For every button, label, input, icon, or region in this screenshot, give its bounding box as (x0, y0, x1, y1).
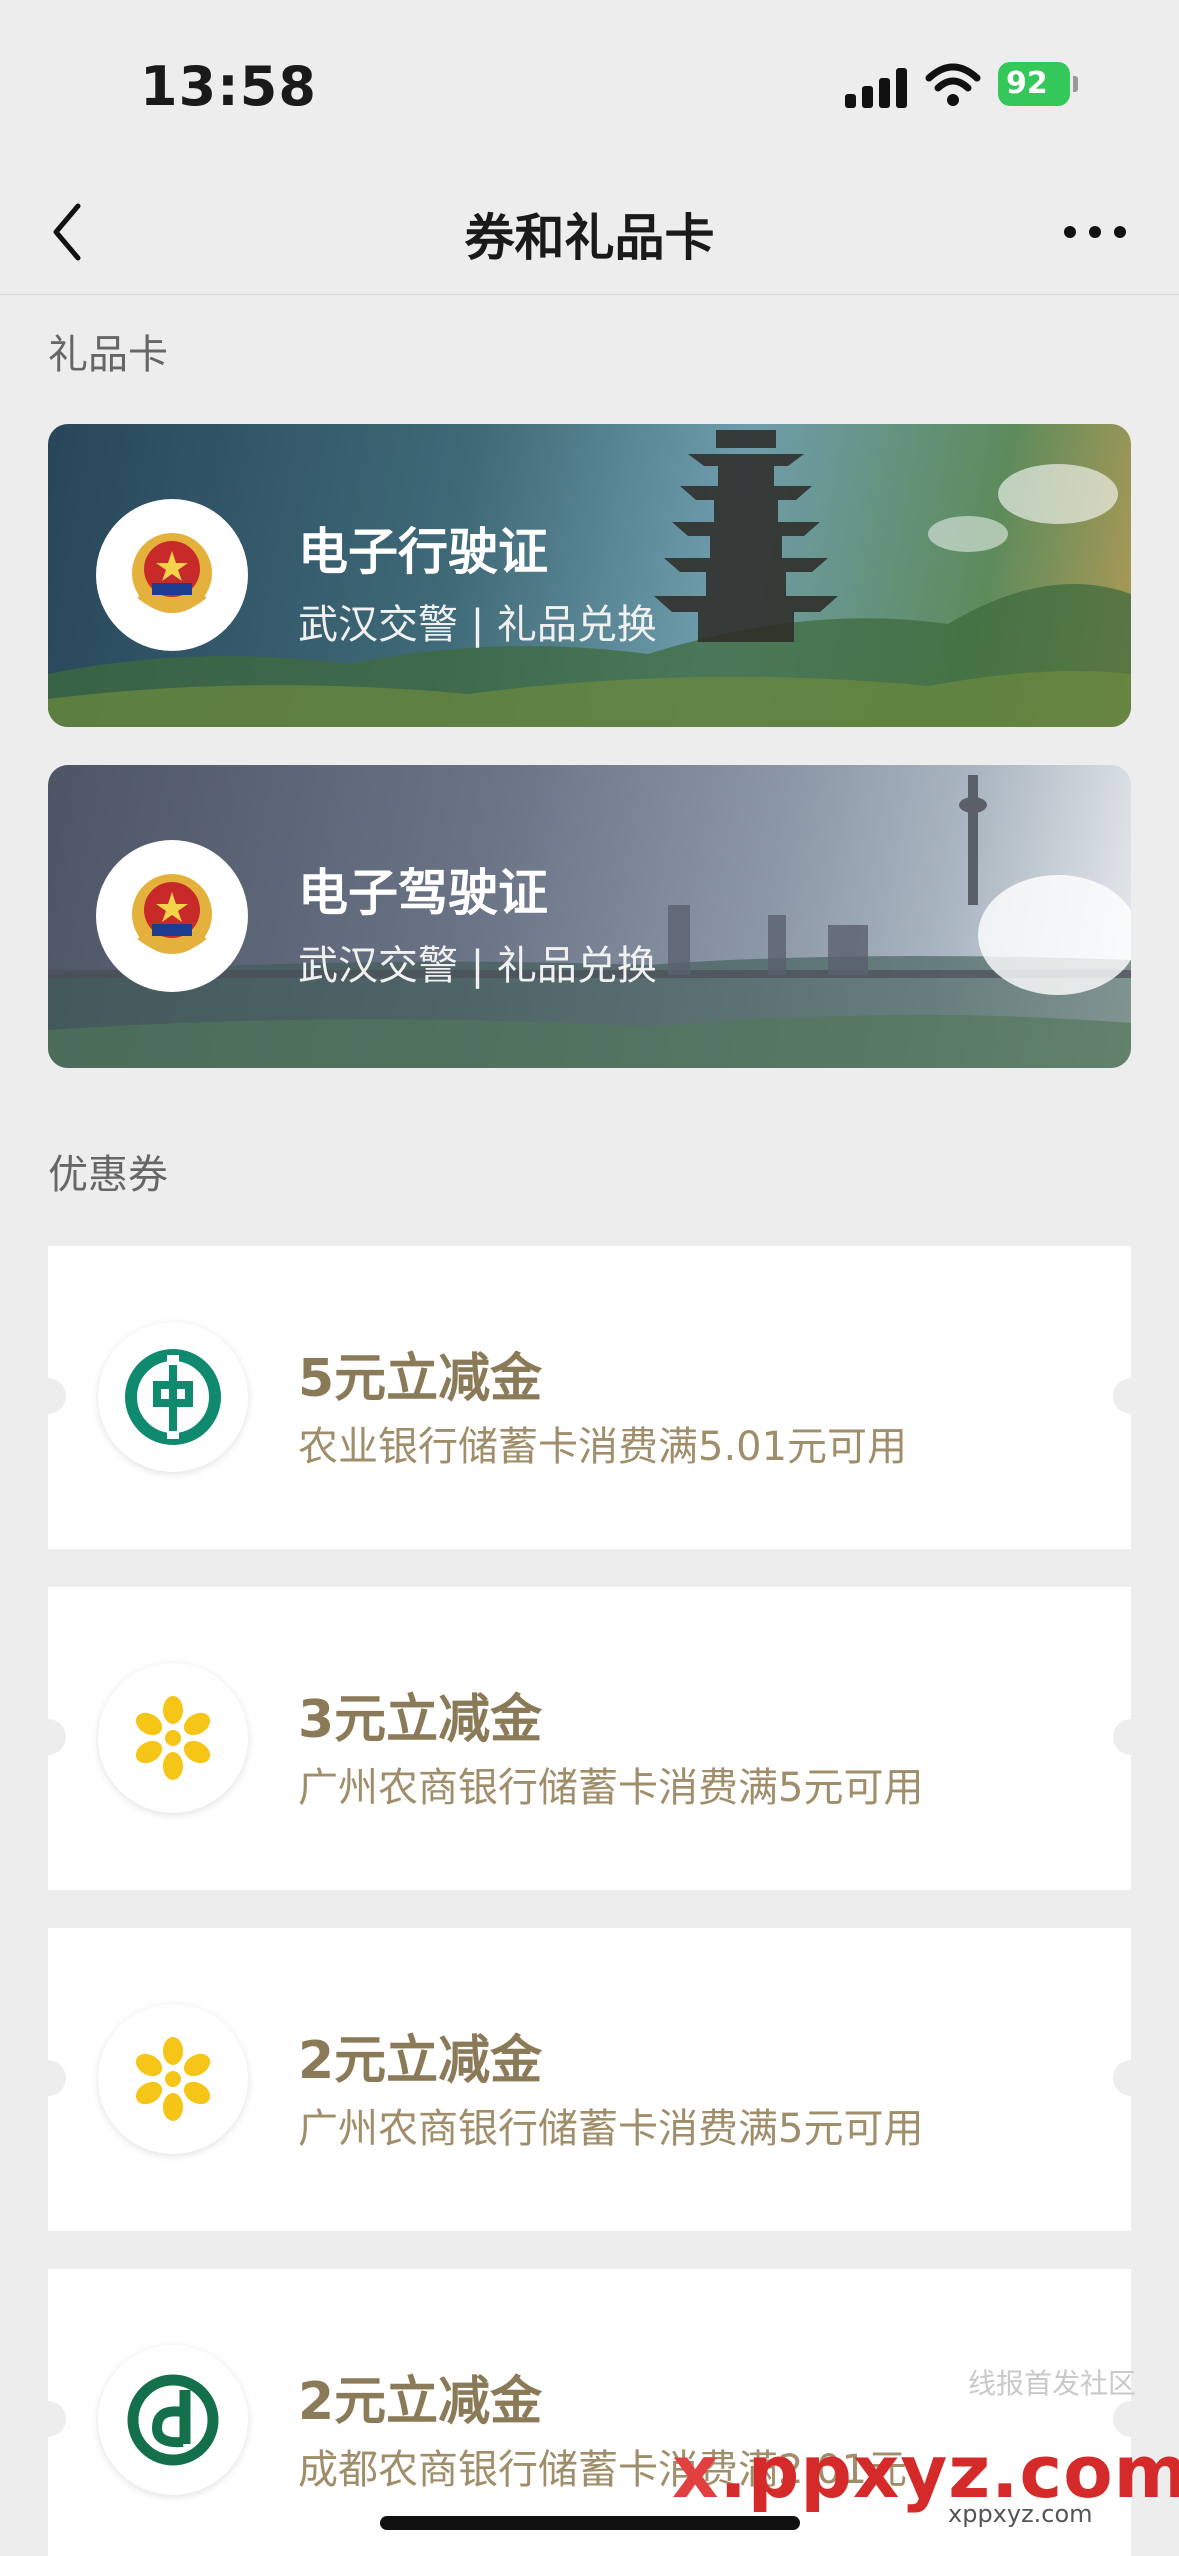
status-bar: 13:58 92 (0, 0, 1179, 170)
watermark-x: x (672, 2430, 720, 2514)
section-label-gift-cards: 礼品卡 (48, 332, 168, 378)
gift-card-vehicle-license[interactable]: 电子行驶证 武汉交警 | 礼品兑换 (48, 424, 1131, 727)
battery-icon: 92 (998, 62, 1070, 106)
coupon-card[interactable]: 3元立减金 广州农商银行储蓄卡消费满5元可用 (30, 1587, 1149, 1890)
coupon-description: 广州农商银行储蓄卡消费满5元可用 (298, 1765, 924, 1811)
coupon-title: 2元立减金 (298, 2372, 543, 2432)
home-indicator[interactable] (380, 2516, 800, 2530)
gift-card-title: 电子驾驶证 (298, 864, 548, 922)
status-time: 13:58 (140, 55, 317, 118)
abc-bank-icon (98, 1322, 248, 1472)
police-emblem-icon (96, 499, 248, 651)
battery-level: 92 (1006, 66, 1048, 101)
police-emblem-icon (96, 840, 248, 992)
cellular-signal-icon (845, 68, 907, 108)
watermark-url: xppxyz.com (948, 2500, 1093, 2528)
gift-card-title: 电子行驶证 (298, 523, 548, 581)
coupon-notch (30, 1719, 66, 1755)
section-label-coupons: 优惠券 (48, 1152, 168, 1198)
cdrcb-bank-icon (98, 2345, 248, 2495)
wifi-icon (925, 63, 981, 106)
gift-card-subtitle: 武汉交警 | 礼品兑换 (298, 602, 657, 648)
coupon-notch (1113, 2060, 1149, 2096)
gift-card-driver-license[interactable]: 电子驾驶证 武汉交警 | 礼品兑换 (48, 765, 1131, 1068)
coupon-title: 2元立减金 (298, 2031, 543, 2091)
watermark-caption: 线报首发社区 (968, 2367, 1137, 2400)
page-title: 券和礼品卡 (464, 209, 715, 267)
coupon-notch (30, 1378, 66, 1414)
more-options-icon[interactable] (1060, 214, 1130, 250)
coupon-notch (1113, 1719, 1149, 1755)
coupon-card[interactable]: 5元立减金 农业银行储蓄卡消费满5.01元可用 (30, 1246, 1149, 1549)
coupon-title: 3元立减金 (298, 1690, 543, 1750)
grcb-bank-icon (98, 1663, 248, 1813)
gift-card-subtitle: 武汉交警 | 礼品兑换 (298, 943, 657, 989)
coupon-description: 农业银行储蓄卡消费满5.01元可用 (298, 1424, 908, 1470)
coupon-notch (1113, 1378, 1149, 1414)
coupon-card[interactable]: 2元立减金 广州农商银行储蓄卡消费满5元可用 (30, 1928, 1149, 2231)
coupon-description: 广州农商银行储蓄卡消费满5元可用 (298, 2106, 924, 2152)
coupon-notch (30, 2401, 66, 2437)
coupon-title: 5元立减金 (298, 1349, 543, 1409)
battery-nub (1073, 76, 1078, 92)
watermark-logo: x.ppxyz.com (672, 2430, 1179, 2514)
grcb-bank-icon (98, 2004, 248, 2154)
coupon-notch (30, 2060, 66, 2096)
navigation-bar: 券和礼品卡 (0, 170, 1179, 295)
